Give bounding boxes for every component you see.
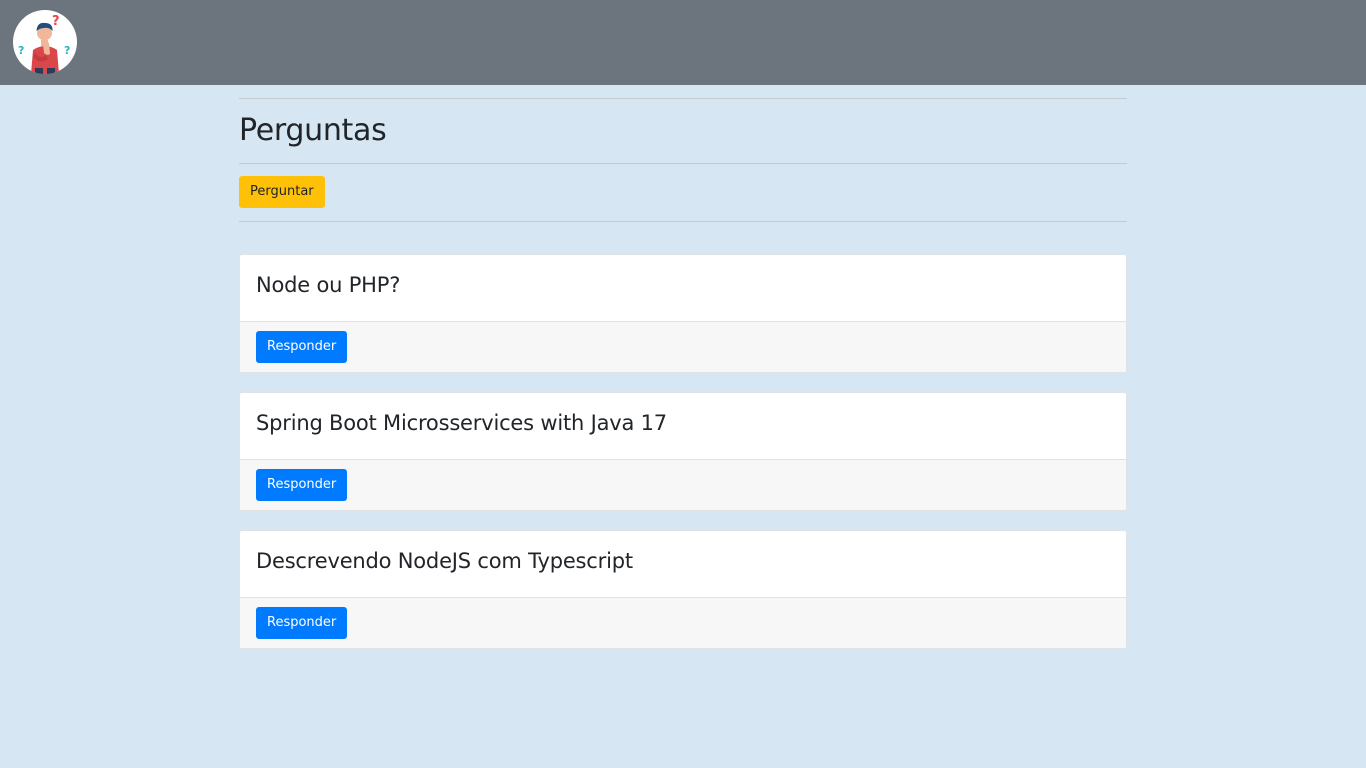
questions-list: Node ou PHP? Responder Spring Boot Micro… bbox=[239, 254, 1127, 649]
top-navbar: ? ? ? bbox=[0, 0, 1366, 85]
question-card-body: Descrevendo NodeJS com Typescript bbox=[240, 531, 1126, 597]
question-title: Descrevendo NodeJS com Typescript bbox=[256, 549, 633, 573]
question-card-body: Spring Boot Microsservices with Java 17 bbox=[240, 393, 1126, 459]
answer-button[interactable]: Responder bbox=[256, 607, 348, 639]
question-title: Node ou PHP? bbox=[256, 273, 401, 297]
svg-text:?: ? bbox=[52, 14, 60, 29]
answer-button[interactable]: Responder bbox=[256, 469, 348, 501]
question-title: Spring Boot Microsservices with Java 17 bbox=[256, 411, 667, 435]
question-card-footer: Responder bbox=[240, 321, 1126, 372]
question-card: Spring Boot Microsservices with Java 17 … bbox=[239, 392, 1127, 511]
question-card: Node ou PHP? Responder bbox=[239, 254, 1127, 373]
page-title: Perguntas bbox=[239, 113, 387, 148]
divider-ask bbox=[239, 221, 1127, 222]
questions-container: Perguntas Perguntar Node ou PHP? Respond… bbox=[239, 85, 1127, 668]
answer-button[interactable]: Responder bbox=[256, 331, 348, 363]
question-card: Descrevendo NodeJS com Typescript Respon… bbox=[239, 530, 1127, 649]
ask-question-button[interactable]: Perguntar bbox=[239, 176, 325, 208]
question-card-footer: Responder bbox=[240, 459, 1126, 510]
ask-row: Perguntar bbox=[239, 164, 1127, 221]
person-thinking-question-icon: ? ? ? bbox=[18, 14, 70, 74]
svg-text:?: ? bbox=[18, 44, 24, 57]
question-card-body: Node ou PHP? bbox=[240, 255, 1126, 321]
logo-icon[interactable]: ? ? ? bbox=[13, 10, 77, 74]
svg-text:?: ? bbox=[64, 44, 70, 57]
question-card-footer: Responder bbox=[240, 597, 1126, 648]
